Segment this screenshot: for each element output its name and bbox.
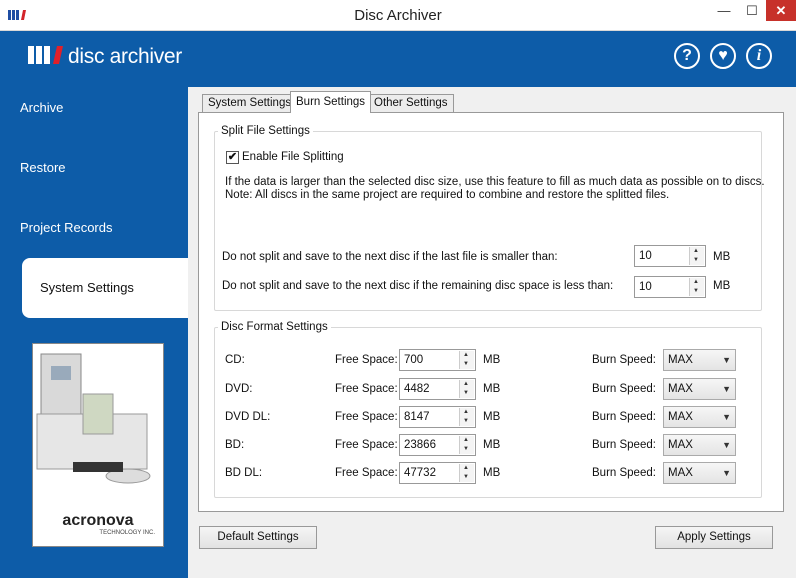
spin-arrows-icon[interactable] (459, 436, 474, 454)
burn-speed-select-dvd[interactable]: MAX ▼ (663, 378, 736, 400)
free-space-value: 23866 (404, 439, 436, 451)
chevron-down-icon: ▼ (722, 440, 731, 450)
product-image: acronova TECHNOLOGY INC. (32, 343, 164, 547)
unit-label: MB (483, 383, 501, 395)
disc-type-label-dvddl: DVD DL: (225, 411, 271, 423)
free-space-label: Free Space: (335, 467, 398, 479)
disc-type-label-bddl: BD DL: (225, 467, 263, 479)
free-space-stepper-dvd[interactable]: 4482 (399, 378, 476, 400)
free-space-label: Free Space: (335, 411, 398, 423)
enable-splitting-checkbox[interactable]: ✔ (226, 151, 239, 164)
chevron-down-icon: ▼ (722, 355, 731, 365)
spin-arrows-icon[interactable] (459, 464, 474, 482)
burn-speed-select-dvddl[interactable]: MAX ▼ (663, 406, 736, 428)
burn-speed-value: MAX (668, 354, 693, 366)
remaining-space-stepper[interactable]: 10 (634, 276, 706, 298)
spin-arrows-icon[interactable] (689, 278, 704, 296)
tab-other-settings[interactable]: Other Settings (368, 94, 454, 112)
free-space-stepper-bd[interactable]: 23866 (399, 434, 476, 456)
info-icon[interactable]: i (746, 43, 772, 69)
free-space-stepper-cd[interactable]: 700 (399, 349, 476, 371)
rule-remaining-space-label: Do not split and save to the next disc i… (222, 280, 614, 292)
split-file-title: Split File Settings (218, 125, 313, 137)
unit-label: MB (713, 280, 731, 292)
enable-splitting-label: Enable File Splitting (242, 151, 344, 163)
burn-speed-select-bd[interactable]: MAX ▼ (663, 434, 736, 456)
promo-brand: acronova (62, 512, 134, 529)
split-description: If the data is larger than the selected … (225, 176, 765, 188)
burn-speed-select-cd[interactable]: MAX ▼ (663, 349, 736, 371)
free-space-value: 47732 (404, 467, 436, 479)
burn-speed-value: MAX (668, 411, 693, 423)
sidebar-item-archive[interactable]: Archive (0, 78, 168, 138)
free-space-value: 700 (404, 354, 424, 366)
burn-speed-label: Burn Speed: (592, 467, 656, 479)
unit-label: MB (483, 354, 501, 366)
last-file-value: 10 (639, 250, 652, 262)
maximize-button[interactable]: ☐ (738, 0, 766, 21)
burn-speed-value: MAX (668, 439, 693, 451)
burn-speed-label: Burn Speed: (592, 354, 656, 366)
promo-tagline: TECHNOLOGY INC. (99, 530, 155, 536)
tab-burn-settings[interactable]: Burn Settings (290, 91, 372, 113)
burn-speed-label: Burn Speed: (592, 439, 656, 451)
logo-icon (28, 44, 66, 66)
tab-system-settings[interactable]: System Settings (202, 94, 298, 112)
split-note: Note: All discs in the same project are … (225, 189, 670, 201)
sidebar-item-system-settings[interactable]: System Settings (22, 258, 188, 318)
default-settings-button[interactable]: Default Settings (199, 526, 317, 549)
free-space-value: 4482 (404, 383, 430, 395)
disc-type-label-cd: CD: (225, 354, 245, 366)
minimize-button[interactable]: — (710, 0, 738, 21)
unit-label: MB (483, 467, 501, 479)
unit-label: MB (713, 251, 731, 263)
spin-arrows-icon[interactable] (459, 380, 474, 398)
disc-format-title: Disc Format Settings (218, 321, 331, 333)
last-file-stepper[interactable]: 10 (634, 245, 706, 267)
burn-speed-value: MAX (668, 383, 693, 395)
help-icon[interactable]: ? (674, 43, 700, 69)
free-space-value: 8147 (404, 411, 430, 423)
chevron-down-icon: ▼ (722, 468, 731, 478)
burn-speed-value: MAX (668, 467, 693, 479)
sidebar-item-project-records[interactable]: Project Records (0, 198, 168, 258)
close-button[interactable]: ✕ (766, 0, 796, 21)
free-space-stepper-bddl[interactable]: 47732 (399, 462, 476, 484)
free-space-stepper-dvddl[interactable]: 8147 (399, 406, 476, 428)
burn-speed-select-bddl[interactable]: MAX ▼ (663, 462, 736, 484)
free-space-label: Free Space: (335, 354, 398, 366)
burn-speed-label: Burn Speed: (592, 411, 656, 423)
logo-text: disc archiver (68, 45, 182, 68)
disc-publisher-illustration (36, 353, 151, 484)
heart-icon[interactable]: ♥ (710, 43, 736, 69)
disc-type-label-bd: BD: (225, 439, 245, 451)
unit-label: MB (483, 411, 501, 423)
sidebar-item-restore[interactable]: Restore (0, 138, 168, 198)
free-space-label: Free Space: (335, 383, 398, 395)
chevron-down-icon: ▼ (722, 384, 731, 394)
spin-arrows-icon[interactable] (689, 247, 704, 265)
disc-type-label-dvd: DVD: (225, 383, 253, 395)
spin-arrows-icon[interactable] (459, 351, 474, 369)
rule-last-file-label: Do not split and save to the next disc i… (222, 251, 558, 263)
apply-settings-button[interactable]: Apply Settings (655, 526, 773, 549)
spin-arrows-icon[interactable] (459, 408, 474, 426)
remaining-space-value: 10 (639, 281, 652, 293)
free-space-label: Free Space: (335, 439, 398, 451)
window-title: Disc Archiver (354, 7, 442, 24)
burn-speed-label: Burn Speed: (592, 383, 656, 395)
chevron-down-icon: ▼ (722, 412, 731, 422)
unit-label: MB (483, 439, 501, 451)
